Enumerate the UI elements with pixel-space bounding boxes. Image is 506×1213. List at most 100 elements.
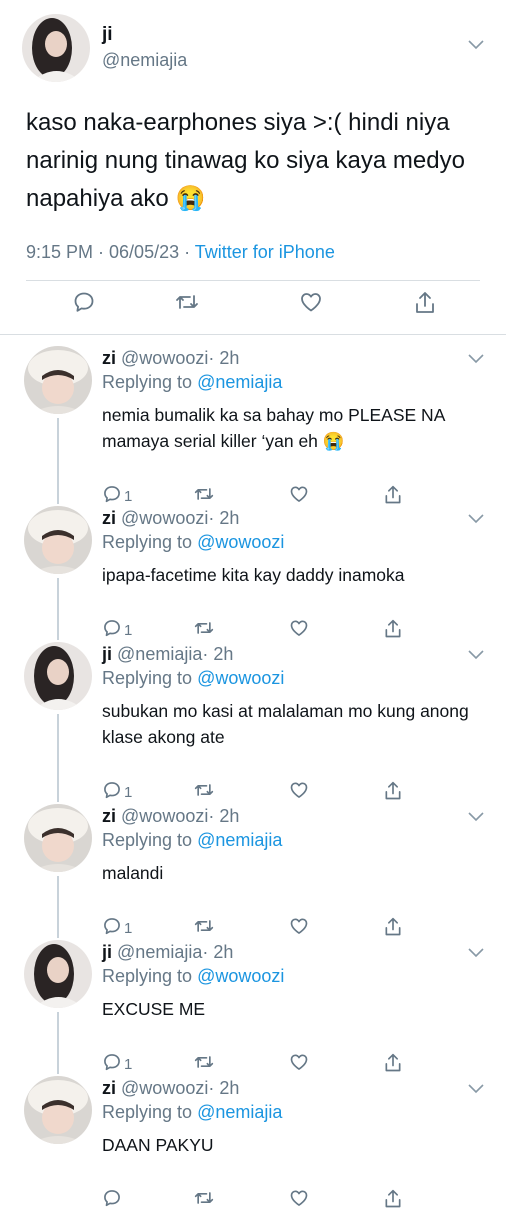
retweet-icon[interactable]: [193, 618, 215, 638]
speech-bubble-icon: [102, 780, 122, 805]
display-name[interactable]: zi: [102, 508, 116, 528]
avatar[interactable]: [24, 804, 92, 872]
avatar[interactable]: [24, 642, 92, 710]
display-name[interactable]: ji: [102, 942, 112, 962]
display-name[interactable]: ji: [102, 644, 112, 664]
reply-button[interactable]: 1: [102, 1052, 132, 1077]
tweet-text: DAAN PAKYU: [102, 1135, 214, 1155]
reply-count: 1: [124, 920, 133, 937]
replying-to: Replying to @wowoozi: [102, 668, 284, 689]
reply-button[interactable]: 1: [102, 916, 132, 941]
retweet-icon[interactable]: [193, 484, 215, 504]
retweet-icon[interactable]: [193, 780, 215, 800]
mention-link[interactable]: @wowoozi: [197, 668, 284, 688]
tweet-actions: 1: [0, 780, 506, 802]
reply-button[interactable]: 1: [102, 484, 132, 509]
replying-label: Replying to: [102, 532, 198, 552]
tweet-text: EXCUSE ME: [102, 999, 206, 1019]
chevron-down-icon[interactable]: [468, 40, 484, 50]
replying-label: Replying to: [102, 372, 198, 392]
retweet-icon[interactable]: [193, 1052, 215, 1072]
mention-link[interactable]: @nemiajia: [197, 372, 282, 392]
user-handle[interactable]: @wowoozi: [121, 806, 208, 826]
reply-header: zi @wowoozi· 2h: [102, 348, 239, 369]
avatar[interactable]: [22, 14, 90, 82]
chevron-down-icon[interactable]: [468, 650, 484, 660]
user-handle[interactable]: @nemiajia: [117, 644, 202, 664]
tweet-age: · 2h: [208, 1078, 240, 1098]
reply-button[interactable]: [102, 1188, 124, 1213]
tweet-text: malandi: [102, 863, 164, 883]
avatar[interactable]: [24, 1076, 92, 1144]
mention-link[interactable]: @wowoozi: [197, 966, 284, 986]
avatar[interactable]: [24, 506, 92, 574]
replying-to: Replying to @nemiajia: [102, 372, 282, 393]
retweet-icon[interactable]: [193, 1188, 215, 1208]
heart-icon[interactable]: [289, 916, 309, 936]
user-handle[interactable]: @nemiajia: [102, 50, 187, 71]
heart-icon[interactable]: [289, 780, 309, 800]
tweet-age: · 2h: [208, 348, 240, 368]
divider: [26, 280, 480, 281]
replying-to: Replying to @nemiajia: [102, 830, 282, 851]
reply-button[interactable]: 1: [102, 780, 132, 805]
tweet-age: · 2h: [208, 508, 240, 528]
chevron-down-icon[interactable]: [468, 354, 484, 364]
speech-bubble-icon: [102, 484, 122, 509]
tweet-text: ipapa-facetime kita kay daddy inamoka: [102, 565, 405, 585]
display-name[interactable]: zi: [102, 1078, 116, 1098]
heart-icon[interactable]: [289, 1188, 309, 1208]
display-name[interactable]: zi: [102, 806, 116, 826]
tweet-text: kaso naka-earphones siya >:( hindi niya …: [26, 109, 465, 212]
mention-link[interactable]: @nemiajia: [197, 1102, 282, 1122]
reply-header: zi @wowoozi· 2h: [102, 806, 239, 827]
retweet-icon[interactable]: [193, 916, 215, 936]
divider: [0, 334, 506, 335]
reply-count: 1: [124, 784, 133, 801]
share-icon[interactable]: [383, 618, 403, 640]
heart-icon[interactable]: [289, 1052, 309, 1072]
reply-count: 1: [124, 488, 133, 505]
tweet-actions: 1: [0, 618, 506, 640]
mention-link[interactable]: @nemiajia: [197, 830, 282, 850]
share-icon[interactable]: [413, 290, 437, 321]
tweet-age: · 2h: [202, 942, 234, 962]
tweet-actions: 1: [0, 484, 506, 506]
tweet-text: nemia bumalik ka sa bahay mo PLEASE NA m…: [102, 405, 445, 451]
share-icon[interactable]: [383, 1052, 403, 1074]
mention-link[interactable]: @wowoozi: [197, 532, 284, 552]
share-icon[interactable]: [383, 484, 403, 506]
speech-bubble-icon: [102, 618, 122, 643]
tweet-actions: 1: [0, 916, 506, 938]
tweet-source[interactable]: Twitter for iPhone: [195, 242, 335, 262]
share-icon[interactable]: [383, 780, 403, 802]
reply-count: 1: [124, 622, 133, 639]
chevron-down-icon[interactable]: [468, 514, 484, 524]
chevron-down-icon[interactable]: [468, 812, 484, 822]
heart-icon[interactable]: [289, 618, 309, 638]
user-handle[interactable]: @wowoozi: [121, 1078, 208, 1098]
speech-bubble-icon[interactable]: [72, 290, 96, 319]
avatar[interactable]: [24, 940, 92, 1008]
chevron-down-icon[interactable]: [468, 1084, 484, 1094]
replying-label: Replying to: [102, 668, 198, 688]
user-handle[interactable]: @wowoozi: [121, 508, 208, 528]
reply-header: ji @nemiajia· 2h: [102, 644, 233, 665]
replying-label: Replying to: [102, 966, 198, 986]
heart-icon[interactable]: [299, 290, 323, 319]
retweet-icon[interactable]: [174, 290, 200, 319]
replying-label: Replying to: [102, 1102, 198, 1122]
tweet-timestamp[interactable]: 9:15 PM · 06/05/23 ·: [26, 242, 195, 262]
chevron-down-icon[interactable]: [468, 948, 484, 958]
replying-to: Replying to @nemiajia: [102, 1102, 282, 1123]
reply-button[interactable]: 1: [102, 618, 132, 643]
user-handle[interactable]: @wowoozi: [121, 348, 208, 368]
heart-icon[interactable]: [289, 484, 309, 504]
share-icon[interactable]: [383, 916, 403, 938]
user-handle[interactable]: @nemiajia: [117, 942, 202, 962]
avatar[interactable]: [24, 346, 92, 414]
display-name[interactable]: zi: [102, 348, 116, 368]
share-icon[interactable]: [383, 1188, 403, 1210]
display-name[interactable]: ji: [102, 24, 113, 46]
tweet-meta: 9:15 PM · 06/05/23 · Twitter for iPhone: [26, 242, 335, 263]
